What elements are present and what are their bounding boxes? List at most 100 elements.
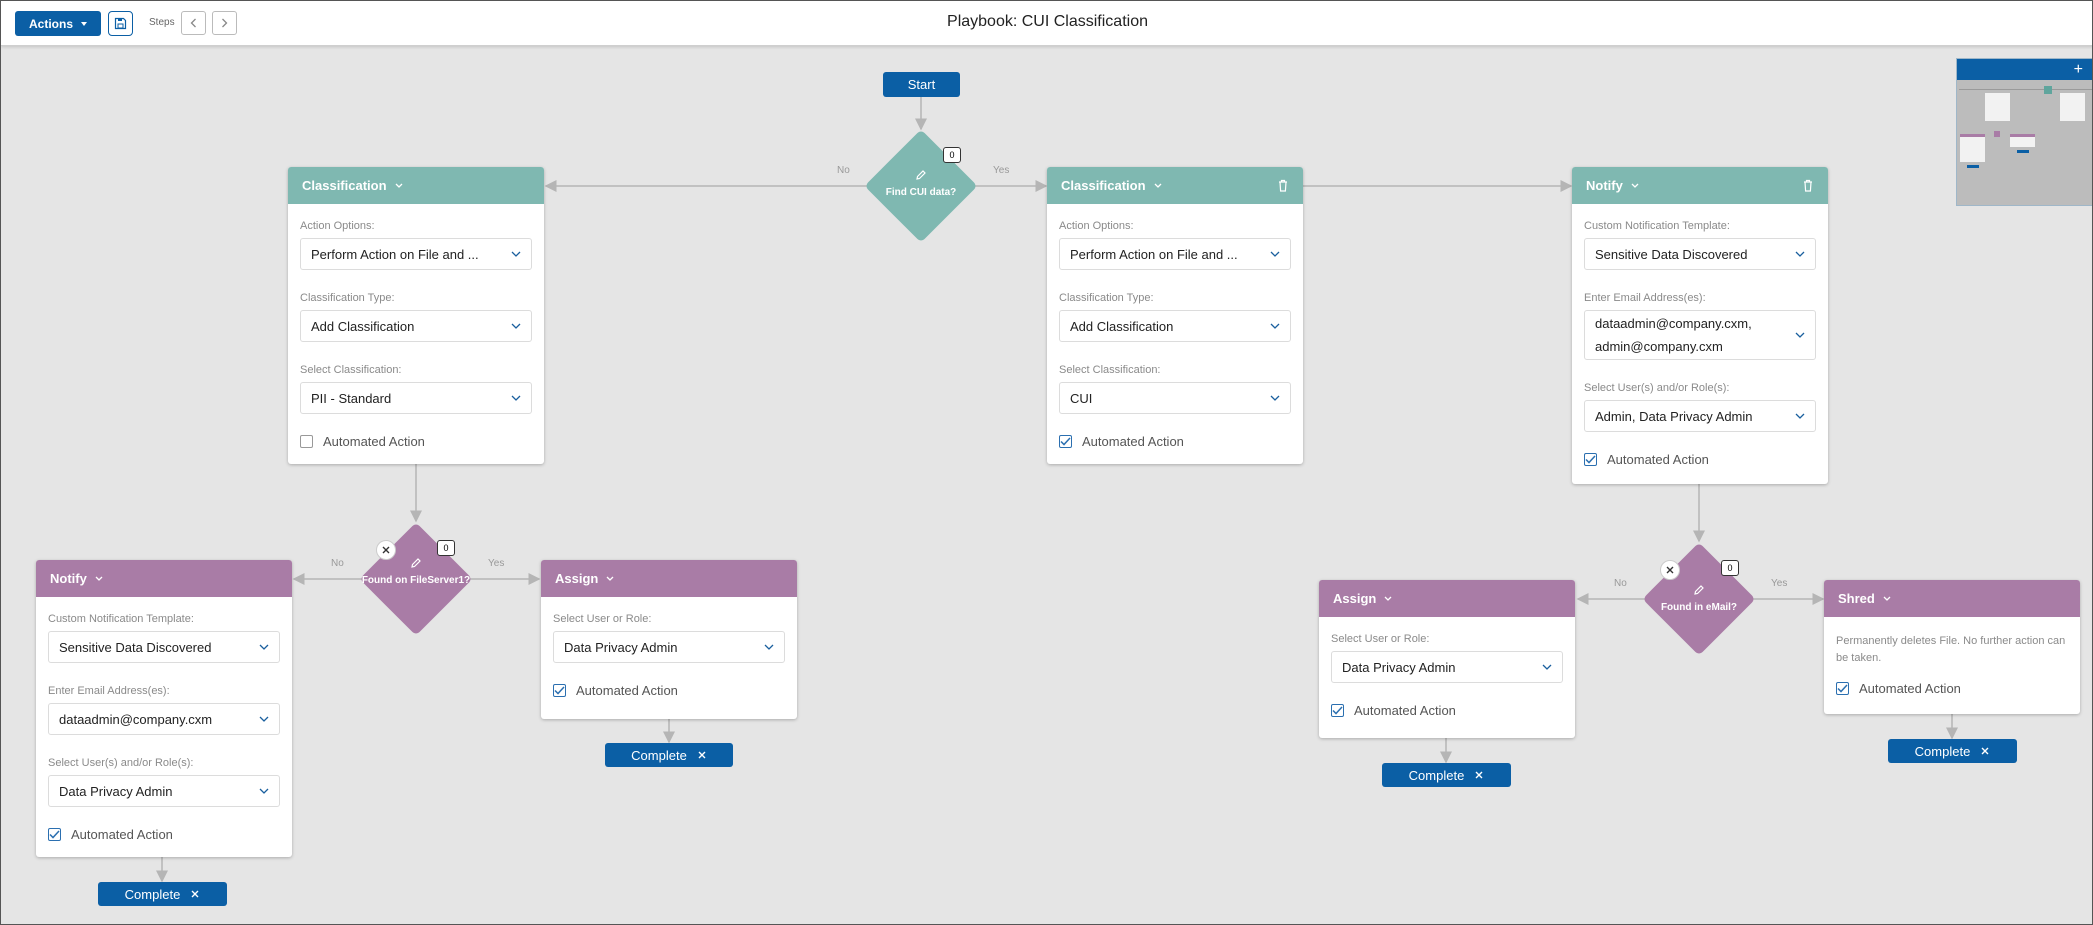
remove-decision-button[interactable] [376,540,396,560]
decision-count-badge: 0 [1721,560,1739,576]
close-icon[interactable] [1980,746,1990,756]
card-title: Notify [1586,178,1623,193]
decision-found-email-content: Found in eMail? [1644,584,1754,615]
automated-action-toggle[interactable]: Automated Action [1331,703,1563,718]
pencil-icon [916,170,926,180]
complete-button[interactable]: Complete [1382,763,1511,787]
add-icon[interactable]: + [2074,61,2083,79]
automated-action-toggle[interactable]: Automated Action [1584,452,1816,467]
chevron-down-icon[interactable] [1631,183,1639,189]
field-label: Enter Email Address(es): [1584,292,1706,304]
field-label: Classification Type: [1059,292,1154,304]
email-addresses-field[interactable]: dataadmin@company.cxm [48,703,280,735]
assign-card-mid[interactable]: Assign Select User or Role: Data Privacy… [541,560,797,719]
trash-icon[interactable] [1277,179,1289,192]
classification-type-select[interactable]: Add Classification [300,310,532,342]
minimap-node [1967,165,1979,168]
minimap[interactable]: + [1956,58,2092,206]
chevron-down-icon [1795,413,1805,419]
card-title: Notify [50,571,87,586]
field-label: Select User(s) and/or Role(s): [48,757,194,769]
automated-action-toggle[interactable]: Automated Action [1836,681,2068,696]
field-label: Select Classification: [300,364,402,376]
yes-label: Yes [993,165,1010,176]
checkbox-checked-icon[interactable] [1584,453,1597,466]
close-icon[interactable] [190,889,200,899]
field-label: Action Options: [300,220,375,232]
shred-description: Permanently deletes File. No further act… [1836,635,2066,664]
assign-card-right[interactable]: Assign Select User or Role: Data Privacy… [1319,580,1575,738]
chevron-down-icon [764,644,774,650]
minimap-node [2044,86,2052,94]
action-options-select[interactable]: Perform Action on File and ... [300,238,532,270]
notification-template-select[interactable]: Sensitive Data Discovered [48,631,280,663]
action-options-select[interactable]: Perform Action on File and ... [1059,238,1291,270]
users-roles-select[interactable]: Admin, Data Privacy Admin [1584,400,1816,432]
automated-action-toggle[interactable]: Automated Action [300,434,532,449]
notification-template-select[interactable]: Sensitive Data Discovered [1584,238,1816,270]
chevron-down-icon[interactable] [1384,596,1392,602]
field-label: Classification Type: [300,292,395,304]
card-title: Assign [555,571,599,586]
select-classification-select[interactable]: CUI [1059,382,1291,414]
chevron-down-icon [259,716,269,722]
decision-found-fileserver-content: Found on FileServer1? [361,557,471,588]
field-label: Enter Email Address(es): [48,685,170,697]
notify-card-left[interactable]: Notify Custom Notification Template: Sen… [36,560,292,857]
chevron-down-icon[interactable] [95,576,103,582]
checkbox-checked-icon[interactable] [1836,682,1849,695]
chevron-down-icon[interactable] [1883,596,1891,602]
automated-action-toggle[interactable]: Automated Action [48,827,280,842]
decision-label: Found on FileServer1? [361,575,471,586]
card-title: Classification [302,178,387,193]
chevron-down-icon[interactable] [1154,183,1162,189]
email-addresses-field[interactable]: dataadmin@company.cxm, admin@company.cxm [1584,310,1816,360]
card-title: Shred [1838,591,1875,606]
close-icon[interactable] [697,750,707,760]
classification-card-left[interactable]: Classification Action Options: Perform A… [288,167,544,464]
classification-type-select[interactable]: Add Classification [1059,310,1291,342]
chevron-down-icon [511,251,521,257]
page-title: Playbook: CUI Classification [947,13,1148,30]
decision-label: Find CUI data? [885,187,957,198]
user-role-select[interactable]: Data Privacy Admin [1331,651,1563,683]
remove-decision-button[interactable] [1660,560,1680,580]
checkbox-checked-icon[interactable] [48,828,61,841]
chevron-down-icon [511,323,521,329]
chevron-down-icon [1542,664,1552,670]
classification-card-right[interactable]: Classification Action Options: Perform A… [1047,167,1303,464]
shred-card[interactable]: Shred Permanently deletes File. No furth… [1824,580,2080,714]
yes-label: Yes [488,558,505,569]
minimap-node [2017,150,2029,153]
user-role-select[interactable]: Data Privacy Admin [553,631,785,663]
checkbox-icon[interactable] [300,435,313,448]
complete-button[interactable]: Complete [605,743,733,767]
field-label: Custom Notification Template: [1584,220,1730,232]
minimap-node [1985,93,2010,121]
complete-button[interactable]: Complete [98,882,227,906]
chevron-down-icon[interactable] [395,183,403,189]
automated-action-toggle[interactable]: Automated Action [1059,434,1291,449]
automated-action-toggle[interactable]: Automated Action [553,683,785,698]
users-roles-select[interactable]: Data Privacy Admin [48,775,280,807]
pencil-icon [411,558,421,568]
close-icon[interactable] [1474,770,1484,780]
decision-count-badge: 0 [943,147,961,163]
checkbox-checked-icon[interactable] [1331,704,1344,717]
complete-button[interactable]: Complete [1888,739,2017,763]
minimap-node [1960,134,1985,162]
notify-card-top[interactable]: Notify Custom Notification Template: Sen… [1572,167,1828,484]
select-classification-select[interactable]: PII - Standard [300,382,532,414]
checkbox-checked-icon[interactable] [1059,435,1072,448]
flow-canvas[interactable]: No Yes No Yes No Yes Start Find CUI data… [1,1,2092,924]
top-toolbar: Actions Steps Playbook: CUI Classificati… [1,1,2092,46]
card-title: Assign [1333,591,1377,606]
chevron-down-icon [511,395,521,401]
card-title: Classification [1061,178,1146,193]
minimap-header: + [1957,59,2092,80]
trash-icon[interactable] [1802,179,1814,192]
start-node[interactable]: Start [883,72,960,97]
chevron-down-icon[interactable] [606,576,614,582]
close-icon [1666,566,1674,574]
checkbox-checked-icon[interactable] [553,684,566,697]
